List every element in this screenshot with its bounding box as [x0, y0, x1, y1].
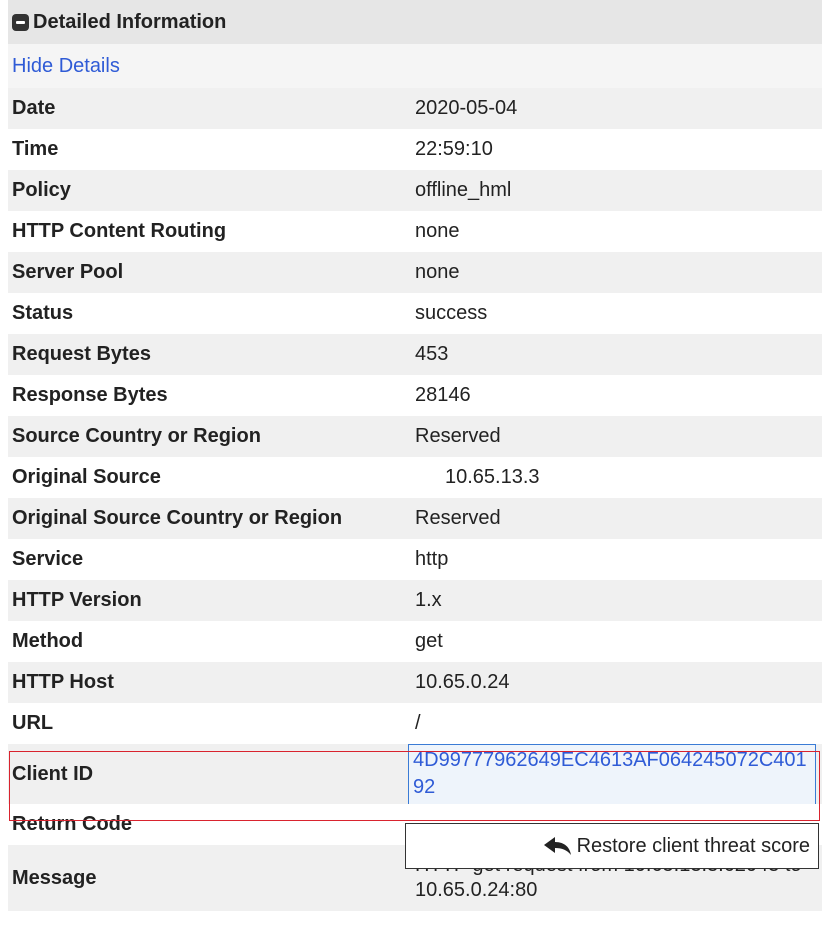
row-date: Date 2020-05-04 — [8, 88, 822, 129]
row-source-country: Source Country or Region Reserved — [8, 416, 822, 457]
row-time: Time 22:59:10 — [8, 129, 822, 170]
server-pool-label: Server Pool — [8, 252, 407, 293]
service-label: Service — [12, 548, 84, 570]
source-country-label: Source Country or Region — [8, 416, 407, 457]
row-http-content-routing: HTTP Content Routing none — [8, 211, 822, 252]
row-client-id: Client ID 4D99777962649EC4613AF064245072… — [8, 744, 822, 804]
panel-title: Detailed Information — [33, 10, 227, 33]
http-host-value: 10.65.0.24 — [407, 662, 822, 703]
original-source-label: Original Source — [12, 466, 161, 488]
client-id-link[interactable]: 4D99777962649EC4613AF064245072C40192 — [408, 744, 816, 804]
details-table: Date 2020-05-04 Time 22:59:10 Policy off… — [8, 88, 822, 911]
policy-label: Policy — [8, 170, 407, 211]
restore-threat-score-button[interactable]: Restore client threat score — [405, 823, 819, 869]
reply-arrow-icon — [543, 837, 571, 855]
time-label: Time — [12, 138, 59, 160]
minus-square-icon[interactable] — [12, 13, 29, 31]
service-value: http — [415, 548, 449, 570]
policy-value: offline_hml — [407, 170, 822, 211]
row-policy: Policy offline_hml — [8, 170, 822, 211]
client-id-cell: 4D99777962649EC4613AF064245072C40192 — [407, 744, 822, 804]
http-host-label: HTTP Host — [8, 662, 407, 703]
row-status: Status success — [8, 293, 822, 334]
http-version-value: 1.x — [407, 580, 822, 621]
client-id-label: Client ID — [8, 744, 407, 804]
request-bytes-label: Request Bytes — [8, 334, 407, 375]
response-bytes-label: Response Bytes — [12, 384, 168, 406]
url-value: / — [415, 712, 421, 734]
source-country-value: Reserved — [407, 416, 822, 457]
date-label: Date — [8, 88, 407, 129]
row-server-pool: Server Pool none — [8, 252, 822, 293]
detailed-information-panel: Detailed Information Hide Details Date 2… — [8, 0, 822, 911]
request-bytes-value: 453 — [407, 334, 822, 375]
row-method: Method get — [8, 621, 822, 662]
original-source-country-value: Reserved — [407, 498, 822, 539]
row-http-version: HTTP Version 1.x — [8, 580, 822, 621]
row-url: URL / — [8, 703, 822, 744]
status-label: Status — [12, 302, 74, 324]
message-label: Message — [8, 845, 407, 911]
panel-header[interactable]: Detailed Information — [8, 0, 822, 44]
row-service: Service http — [8, 539, 822, 580]
status-value: success — [415, 302, 488, 324]
row-http-host: HTTP Host 10.65.0.24 — [8, 662, 822, 703]
restore-button-label: Restore client threat score — [576, 834, 810, 857]
hide-details-row: Hide Details — [8, 44, 822, 88]
http-content-routing-label: HTTP Content Routing — [12, 220, 227, 242]
row-request-bytes: Request Bytes 453 — [8, 334, 822, 375]
method-label: Method — [12, 630, 84, 652]
response-bytes-value: 28146 — [415, 384, 471, 406]
original-source-country-label: Original Source Country or Region — [8, 498, 407, 539]
method-value: get — [415, 630, 443, 652]
client-id-wrap: 4D99777962649EC4613AF064245072C40192 — [407, 744, 822, 804]
row-response-bytes: Response Bytes 28146 — [8, 375, 822, 416]
http-version-label: HTTP Version — [8, 580, 407, 621]
date-value: 2020-05-04 — [407, 88, 822, 129]
return-code-label: Return Code — [12, 813, 132, 835]
row-original-source-country: Original Source Country or Region Reserv… — [8, 498, 822, 539]
time-value: 22:59:10 — [415, 138, 493, 160]
http-content-routing-value: none — [415, 220, 460, 242]
url-label: URL — [12, 712, 54, 734]
row-original-source: Original Source 10.65.13.3 — [8, 457, 822, 498]
hide-details-link[interactable]: Hide Details — [12, 55, 120, 78]
server-pool-value: none — [407, 252, 822, 293]
original-source-value: 10.65.13.3 — [445, 466, 540, 488]
